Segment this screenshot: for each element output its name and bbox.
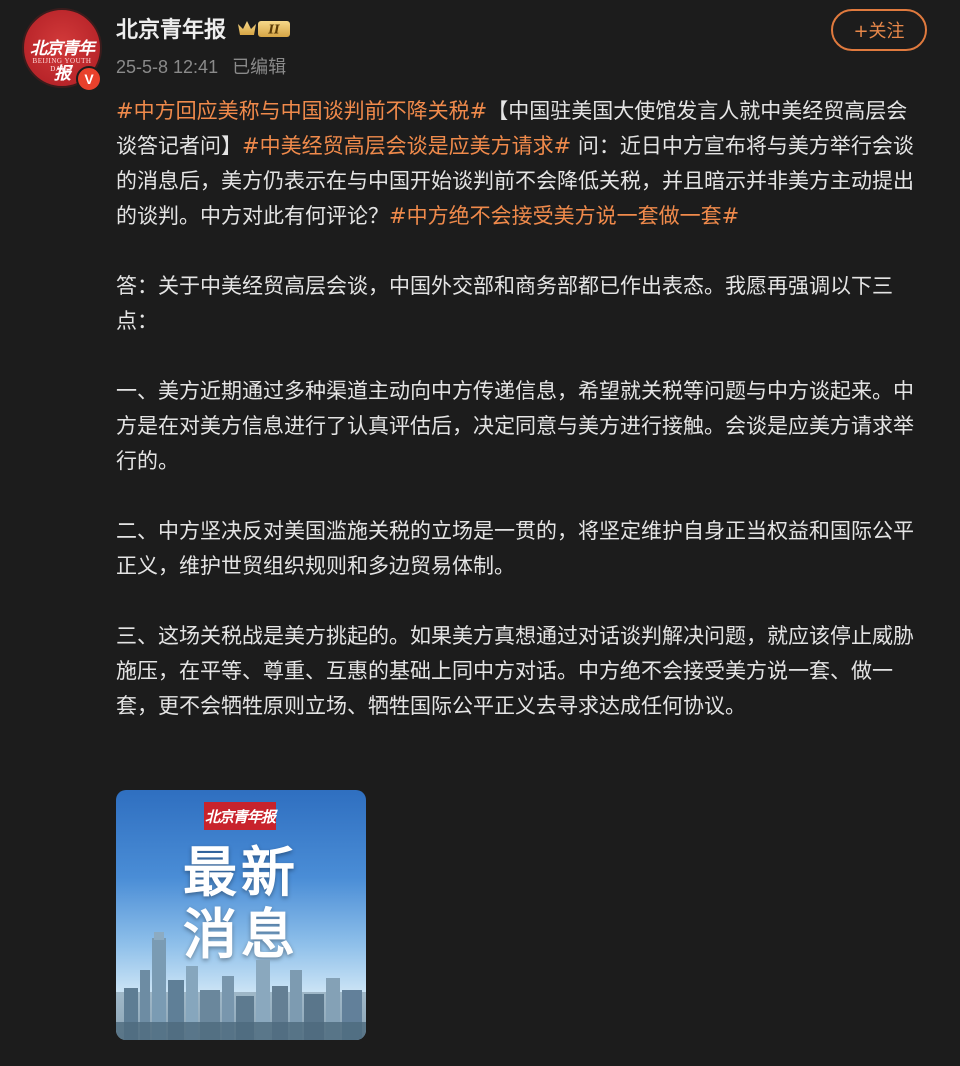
city-skyline-illustration — [116, 932, 366, 1040]
badge-level-text: II — [267, 23, 280, 37]
edited-label[interactable]: 已编辑 — [232, 57, 286, 78]
image-newspaper-logo: 北京青年报 — [204, 802, 276, 830]
account-name[interactable]: 北京青年报 — [116, 12, 226, 44]
post-paragraph-question: #中方回应美称与中国谈判前不降关税#【中国驻美国大使馆发言人就中美经贸高层会谈答… — [116, 94, 926, 234]
image-title-line: 最新 — [183, 841, 299, 904]
post-paragraph-point-3: 三、这场关税战是美方挑起的。如果美方真想通过对话谈判解决问题，就应该停止威胁施压… — [116, 624, 914, 718]
post-paragraph-point-2: 二、中方坚决反对美国滥施关税的立场是一贯的，将坚定维护自身正当权益和国际公平正义… — [116, 519, 914, 578]
verified-badge-icon: V — [76, 66, 102, 92]
post-paragraph-answer: 答：关于中美经贸高层会谈，中国外交部和商务部都已作出表态。我愿再强调以下三点： — [116, 274, 893, 333]
follow-button[interactable]: +关注 — [831, 9, 927, 51]
member-level-badge-icon[interactable]: II — [236, 18, 292, 40]
post-body: #中方回应美称与中国谈判前不降关税#【中国驻美国大使馆发言人就中美经贸高层会谈答… — [116, 94, 926, 724]
post-image[interactable]: 北京青年报 最新 消息 — [116, 790, 366, 1040]
hashtag-link[interactable]: #中方回应美称与中国谈判前不降关税# — [116, 99, 487, 123]
hashtag-link[interactable]: #中方绝不会接受美方说一套做一套# — [389, 204, 739, 228]
hashtag-link[interactable]: #中美经贸高层会谈是应美方请求# — [242, 134, 571, 158]
post-timestamp: 25-5-8 12:41 — [116, 57, 219, 77]
post-meta: 25-5-8 12:41 已编辑 — [116, 53, 286, 79]
post-paragraph-point-1: 一、美方近期通过多种渠道主动向中方传递信息，希望就关税等问题与中方谈起来。中方是… — [116, 379, 914, 473]
